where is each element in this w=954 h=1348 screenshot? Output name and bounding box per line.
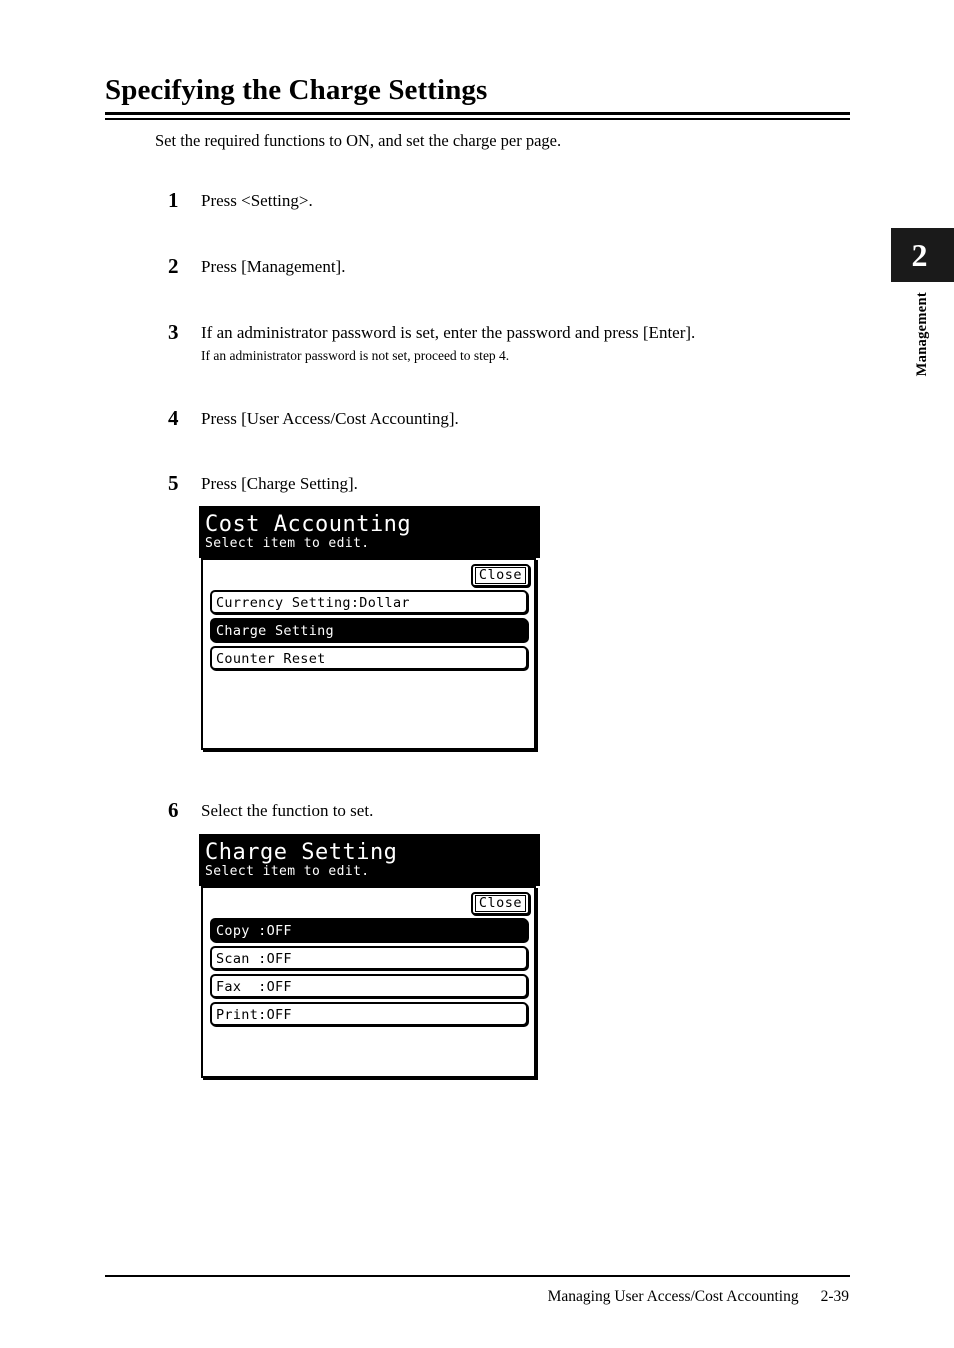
- lcd-header: Cost Accounting Select item to edit.: [199, 506, 540, 559]
- lcd-menu-item-currency-setting[interactable]: Currency Setting:Dollar: [210, 590, 528, 615]
- footer-section-title: Managing User Access/Cost Accounting: [547, 1288, 799, 1305]
- step-subtext: If an administrator password is not set,…: [201, 348, 510, 363]
- close-button-label: Close: [474, 567, 526, 585]
- step-number: 5: [168, 471, 179, 495]
- lcd-body: Close Copy :OFF Scan :OFF Fax :OFF Print…: [201, 886, 536, 1079]
- step-text: Select the function to set.: [201, 801, 374, 820]
- lcd-subtitle: Select item to edit.: [205, 536, 370, 552]
- page-number: 2-39: [820, 1288, 849, 1305]
- lcd-menu-item-print[interactable]: Print:OFF: [210, 1002, 528, 1027]
- step-text: Press [Charge Setting].: [201, 474, 358, 493]
- lcd-menu-item-fax[interactable]: Fax :OFF: [210, 974, 528, 999]
- step-number: 6: [168, 798, 179, 822]
- close-button[interactable]: Close: [470, 892, 530, 916]
- step-number: 3: [168, 320, 179, 344]
- step-number: 1: [168, 188, 179, 212]
- chapter-label-text: Management: [914, 292, 930, 377]
- page-title: Specifying the Charge Settings: [105, 74, 488, 106]
- lcd-body: Close Currency Setting:Dollar Charge Set…: [201, 558, 536, 751]
- lcd-screenshot-cost-accounting: Cost Accounting Select item to edit. Clo…: [199, 506, 540, 764]
- step-text: Press <Setting>.: [201, 191, 313, 210]
- close-button-label: Close: [474, 895, 526, 913]
- step-text: Press [Management].: [201, 257, 346, 276]
- lcd-menu-item-copy[interactable]: Copy :OFF: [210, 918, 528, 943]
- chapter-number: 2: [911, 236, 928, 273]
- lcd-menu-item-scan[interactable]: Scan :OFF: [210, 946, 528, 971]
- step-number: 4: [168, 406, 179, 430]
- intro-text: Set the required functions to ON, and se…: [155, 131, 562, 150]
- chapter-label: Management: [891, 292, 954, 422]
- lcd-menu-list: Copy :OFF Scan :OFF Fax :OFF Print:OFF: [203, 918, 534, 1027]
- lcd-menu-list: Currency Setting:Dollar Charge Setting C…: [203, 590, 534, 671]
- footer-rule: [105, 1275, 850, 1277]
- lcd-menu-item-charge-setting[interactable]: Charge Setting: [210, 618, 528, 643]
- step-number: 2: [168, 254, 179, 278]
- lcd-toolbar: Close: [203, 560, 534, 590]
- title-rule-thick: [105, 112, 850, 115]
- lcd-screenshot-charge-setting: Charge Setting Select item to edit. Clos…: [199, 834, 540, 1092]
- close-button[interactable]: Close: [470, 564, 530, 588]
- lcd-toolbar: Close: [203, 888, 534, 918]
- lcd-title: Cost Accounting: [205, 512, 412, 537]
- lcd-title: Charge Setting: [205, 840, 398, 865]
- lcd-subtitle: Select item to edit.: [205, 864, 370, 880]
- step-text: Press [User Access/Cost Accounting].: [201, 409, 459, 428]
- lcd-menu-item-counter-reset[interactable]: Counter Reset: [210, 646, 528, 671]
- footer: Managing User Access/Cost Accounting 2-39: [548, 1288, 849, 1306]
- chapter-tab: 2: [891, 228, 954, 282]
- lcd-header: Charge Setting Select item to edit.: [199, 834, 540, 887]
- title-rule-thin: [105, 118, 850, 120]
- step-text: If an administrator password is set, ent…: [201, 323, 696, 342]
